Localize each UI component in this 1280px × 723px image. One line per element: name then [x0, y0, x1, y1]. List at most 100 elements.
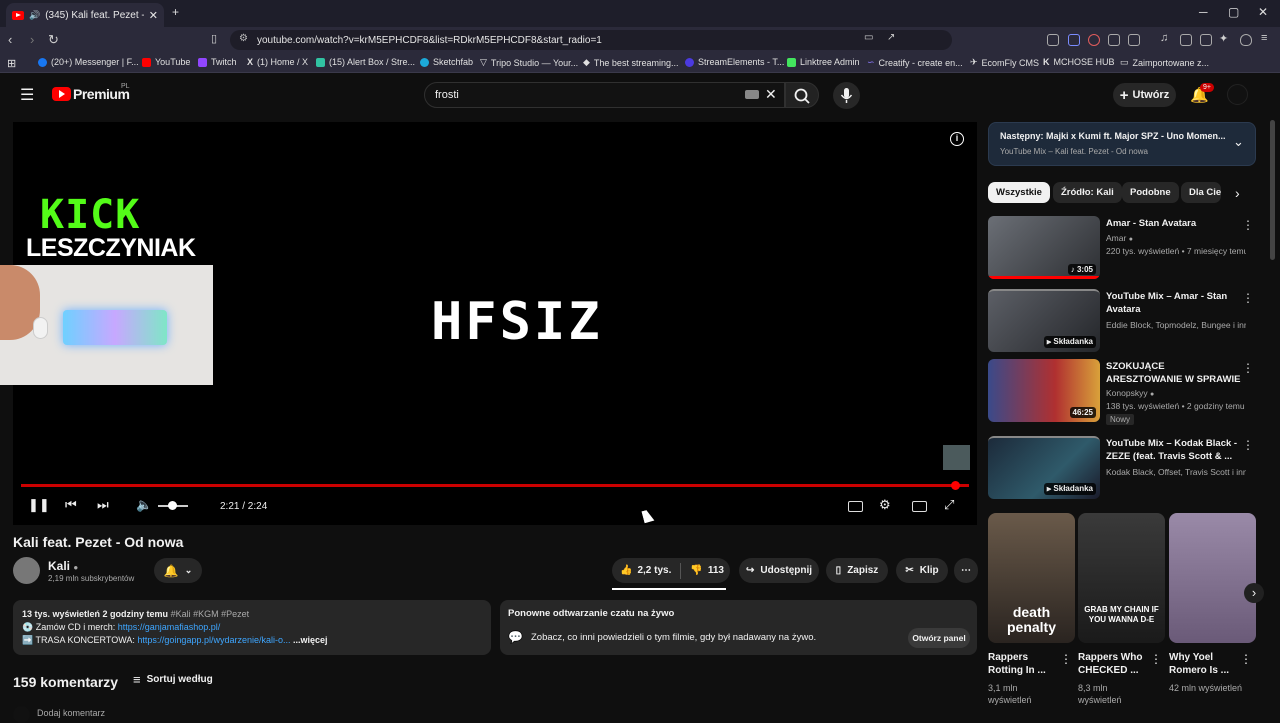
scrollbar[interactable]	[1270, 120, 1275, 260]
share-page-icon[interactable]: ↗	[887, 32, 895, 43]
maximize-icon[interactable]: ▢	[1228, 5, 1239, 19]
subscription-bell-button[interactable]: 🔔 ⌄	[154, 558, 202, 583]
recommendation-title[interactable]: Amar - Stan Avatara	[1106, 217, 1242, 230]
add-comment-field[interactable]: Dodaj komentarz	[37, 708, 105, 718]
bookmark-alert-box[interactable]: (15) Alert Box / Stre...	[316, 57, 415, 67]
more-vertical-icon[interactable]: ⋮	[1242, 438, 1254, 452]
video-thumbnail[interactable]: ⫸ Składanka	[988, 436, 1100, 499]
short-thumbnail[interactable]	[1169, 513, 1256, 643]
video-thumbnail[interactable]: 46:25	[988, 359, 1100, 422]
extensions-puzzle-icon[interactable]	[1108, 34, 1120, 46]
next-icon[interactable]: ⏭	[97, 497, 109, 513]
url-field[interactable]: ⚙ youtube.com/watch?v=krM5EPHCDF8&list=R…	[230, 30, 952, 50]
bookmark-mchose[interactable]: K MCHOSE HUB	[1043, 57, 1115, 67]
short-title[interactable]: Rappers Rotting In ...	[988, 651, 1063, 677]
short-title[interactable]: Why Yoel Romero Is ...	[1169, 651, 1244, 677]
account-avatar[interactable]	[1227, 84, 1248, 105]
wallet-icon[interactable]	[1200, 34, 1212, 46]
recommendation-channel[interactable]: Amar ●	[1106, 233, 1246, 243]
volume-icon[interactable]: 🔈	[136, 497, 152, 513]
previous-icon[interactable]: ⏮	[65, 497, 77, 513]
browser-tab[interactable]: 🔊 (345) Kali feat. Pezet - Od nowa ✕	[6, 3, 164, 27]
save-button[interactable]: ▯ Zapisz	[826, 558, 888, 583]
chip-related[interactable]: Podobne	[1122, 182, 1179, 203]
volume-handle[interactable]	[168, 501, 177, 510]
pause-icon[interactable]: ❚❚	[28, 497, 50, 513]
bookmark-streaming[interactable]: ◆ The best streaming...	[583, 57, 678, 68]
recommendation-title[interactable]: YouTube Mix – Kodak Black - ZEZE (feat. …	[1106, 437, 1242, 463]
vpn-icon[interactable]	[1240, 34, 1252, 46]
video-thumbnail[interactable]: ♪ 3:05	[988, 216, 1100, 279]
recommendation-item[interactable]: ⫸ Składanka YouTube Mix – Amar - Stan Av…	[988, 289, 1256, 355]
progress-scrubber[interactable]	[951, 481, 960, 490]
apps-grid-icon[interactable]: ⊞	[7, 57, 16, 70]
sidebar-icon[interactable]	[1180, 34, 1192, 46]
description-box[interactable]: 13 tys. wyświetleń 2 godziny temu #Kali …	[13, 600, 491, 655]
channel-watermark[interactable]	[943, 445, 970, 470]
short-thumbnail[interactable]: GRAB MY CHAIN IF YOU WANNA D-E	[1078, 513, 1165, 643]
recommendation-item[interactable]: 46:25 SZOKUJĄCE ARESZTOWANIE W SPRAWIE E…	[988, 359, 1256, 425]
bookmark-ecomfly[interactable]: ✈ EcomFly CMS	[970, 57, 1039, 68]
short-title[interactable]: Rappers Who CHECKED ...	[1078, 651, 1153, 677]
channel-avatar[interactable]	[13, 557, 40, 584]
recommendation-title[interactable]: SZOKUJĄCE ARESZTOWANIE W SPRAWIE EPSTEIN…	[1106, 360, 1242, 387]
extension-3-icon[interactable]	[1088, 34, 1100, 46]
search-button[interactable]	[785, 82, 819, 108]
more-vertical-icon[interactable]: ⋮	[1242, 361, 1254, 375]
bookmark-x[interactable]: X (1) Home / X	[247, 57, 308, 67]
bookmark-tripo[interactable]: ▽ Tripo Studio — Your...	[480, 57, 578, 68]
keyboard-icon[interactable]	[745, 90, 759, 99]
open-panel-button[interactable]: Otwórz panel	[908, 628, 970, 648]
channel-name[interactable]: Kali ●	[48, 559, 78, 573]
more-vertical-icon[interactable]: ⋮	[1060, 652, 1072, 666]
bookmark-folder-imported[interactable]: ▭ Zaimportowane z...	[1120, 57, 1209, 68]
hamburger-menu-icon[interactable]: ☰	[20, 85, 34, 105]
close-window-icon[interactable]: ✕	[1258, 5, 1268, 19]
more-vertical-icon[interactable]: ⋮	[1150, 652, 1162, 666]
theater-mode-icon[interactable]	[912, 501, 927, 512]
reload-icon[interactable]: ↻	[48, 32, 59, 48]
up-next-box[interactable]: Następny: Majki x Kumi ft. Major SPZ - U…	[988, 122, 1256, 166]
cast-icon[interactable]: ▭	[864, 32, 873, 43]
bookmark-creatify[interactable]: ∽ Creatify - create en...	[867, 57, 963, 68]
new-tab-icon[interactable]: +	[172, 5, 179, 19]
bookmark-sketchfab[interactable]: Sketchfab	[420, 57, 473, 67]
extension-1-icon[interactable]	[1047, 34, 1059, 46]
chip-source-kali[interactable]: Źródło: Kali	[1053, 182, 1122, 203]
tab-search-icon[interactable]	[1128, 34, 1140, 46]
like-button[interactable]: 👍 2,2 tys.	[620, 565, 671, 576]
chip-for-you[interactable]: Dla Ciebie	[1181, 182, 1221, 203]
tour-link[interactable]: https://goingapp.pl/wydarzenie/kali-o...	[137, 635, 290, 645]
bookmark-messenger[interactable]: (20+) Messenger | F...	[38, 57, 139, 67]
minimize-icon[interactable]: ─	[1199, 5, 1208, 19]
leo-ai-icon[interactable]: ✦	[1219, 32, 1228, 45]
extension-2-icon[interactable]	[1068, 34, 1080, 46]
voice-search-button[interactable]	[833, 82, 860, 109]
recommendation-channel[interactable]: Konopskyy ●	[1106, 388, 1246, 398]
recommendation-item[interactable]: ⫸ Składanka YouTube Mix – Kodak Black - …	[988, 436, 1256, 502]
create-button[interactable]: + Utwórz	[1113, 83, 1176, 107]
subtitles-icon[interactable]	[848, 501, 863, 512]
media-icon[interactable]: ♫	[1160, 32, 1168, 44]
recommendation-title[interactable]: YouTube Mix – Amar - Stan Avatara	[1106, 290, 1242, 316]
search-input[interactable]: frosti ✕	[424, 82, 785, 108]
share-button[interactable]: ↪ Udostępnij	[739, 558, 819, 583]
more-vertical-icon[interactable]: ⋮	[1242, 291, 1254, 305]
bookmark-linktree[interactable]: Linktree Admin	[787, 57, 860, 67]
chips-next-arrow-icon[interactable]: ›	[1235, 185, 1240, 201]
settings-gear-icon[interactable]: ⚙	[879, 497, 891, 513]
recommendation-channel[interactable]: Eddie Block, Topmodelz, Bungee i inni	[1106, 320, 1246, 330]
video-thumbnail[interactable]: ⫸ Składanka	[988, 289, 1100, 352]
bookmark-twitch[interactable]: Twitch	[198, 57, 237, 67]
site-settings-icon[interactable]: ⚙	[239, 33, 248, 44]
info-icon[interactable]: i	[950, 132, 964, 146]
more-vertical-icon[interactable]: ⋮	[1242, 218, 1254, 232]
shop-link[interactable]: https://ganjamafiashop.pl/	[118, 622, 221, 632]
video-player[interactable]: i HFSIZ KICK LESZCZYNIAK ❚❚ ⏮ ⏭ 🔈 2:21 /…	[0, 122, 977, 525]
back-icon[interactable]: ‹	[8, 32, 12, 47]
more-vertical-icon[interactable]: ⋮	[1240, 652, 1252, 666]
recommendation-item[interactable]: ♪ 3:05 Amar - Stan Avatara Amar ● 220 ty…	[988, 216, 1256, 282]
close-tab-icon[interactable]: ✕	[149, 9, 158, 22]
bookmark-page-icon[interactable]: ▯	[211, 32, 217, 45]
clear-search-icon[interactable]: ✕	[765, 86, 777, 103]
